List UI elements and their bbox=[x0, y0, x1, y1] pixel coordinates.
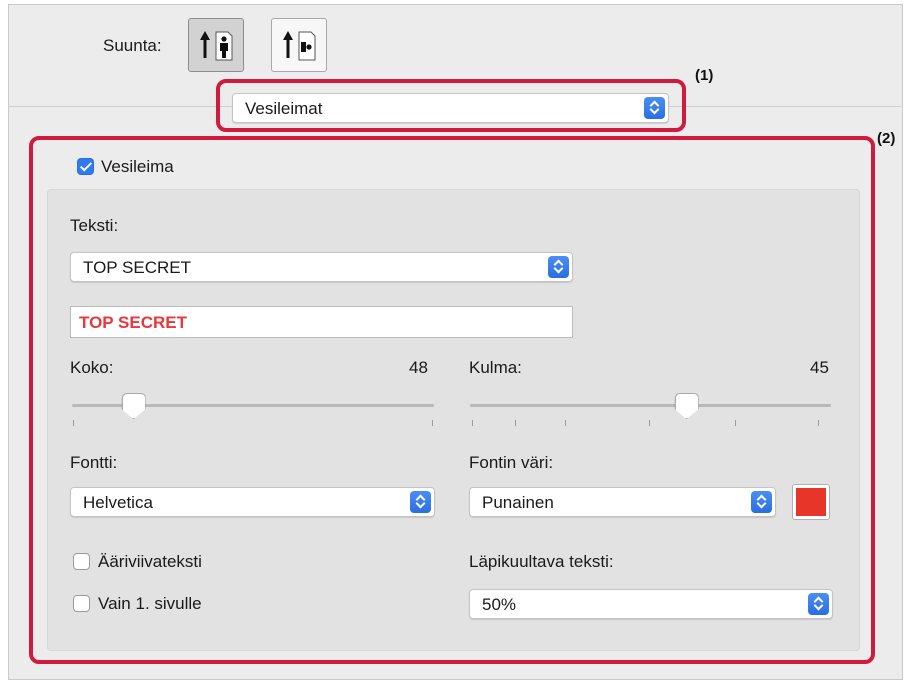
orientation-label: Suunta: bbox=[103, 36, 162, 55]
watermark-text-input[interactable]: TOP SECRET bbox=[70, 306, 573, 338]
font-color-swatch[interactable] bbox=[792, 484, 830, 520]
callout-1: (1) bbox=[695, 67, 714, 84]
font-select[interactable]: Helvetica bbox=[70, 487, 435, 517]
watermark-checkbox-label: Vesileima bbox=[101, 157, 174, 176]
first-page-only-checkbox[interactable] bbox=[73, 595, 90, 612]
slider-tick bbox=[73, 420, 74, 426]
select-stepper-icon bbox=[808, 593, 829, 615]
watermark-text-value: TOP SECRET bbox=[79, 313, 188, 332]
landscape-orientation-icon bbox=[283, 31, 316, 61]
size-label: Koko: bbox=[70, 358, 114, 377]
angle-value: 45 bbox=[810, 358, 829, 377]
slider-tick bbox=[649, 420, 650, 426]
font-select-value: Helvetica bbox=[83, 493, 153, 512]
slider-tick bbox=[472, 420, 473, 426]
slider-tick bbox=[432, 420, 433, 426]
select-stepper-icon bbox=[410, 491, 431, 513]
select-stepper-icon bbox=[548, 256, 569, 278]
text-select[interactable]: TOP SECRET bbox=[70, 252, 573, 282]
outline-text-checkbox[interactable] bbox=[73, 553, 90, 570]
slider-tick bbox=[565, 420, 566, 426]
checkmark-icon bbox=[79, 159, 93, 172]
font-color-label: Fontin väri: bbox=[469, 453, 554, 472]
watermark-checkbox[interactable] bbox=[77, 158, 94, 175]
outline-text-label: Ääriviivateksti bbox=[98, 552, 202, 571]
text-label: Teksti: bbox=[70, 216, 119, 235]
slider-tick bbox=[515, 420, 516, 426]
swatch-fill bbox=[796, 488, 826, 516]
font-color-select-value: Punainen bbox=[482, 493, 554, 512]
size-value: 48 bbox=[409, 358, 428, 377]
first-page-only-label: Vain 1. sivulle bbox=[98, 594, 202, 613]
slider-tick bbox=[818, 420, 819, 426]
highlight-box-1 bbox=[216, 79, 686, 132]
callout-2: (2) bbox=[877, 130, 896, 147]
select-stepper-icon bbox=[751, 491, 772, 513]
orientation-portrait-button[interactable] bbox=[188, 18, 244, 72]
text-select-value: TOP SECRET bbox=[83, 258, 192, 277]
transparency-label: Läpikuultava teksti: bbox=[469, 552, 614, 571]
angle-slider-track bbox=[470, 404, 831, 407]
font-color-select[interactable]: Punainen bbox=[469, 487, 776, 517]
font-label: Fontti: bbox=[70, 453, 118, 472]
orientation-landscape-button[interactable] bbox=[271, 18, 327, 72]
angle-label: Kulma: bbox=[469, 358, 522, 377]
transparency-select[interactable]: 50% bbox=[469, 589, 833, 619]
portrait-orientation-icon bbox=[200, 31, 233, 61]
slider-tick bbox=[735, 420, 736, 426]
transparency-select-value: 50% bbox=[482, 595, 517, 614]
